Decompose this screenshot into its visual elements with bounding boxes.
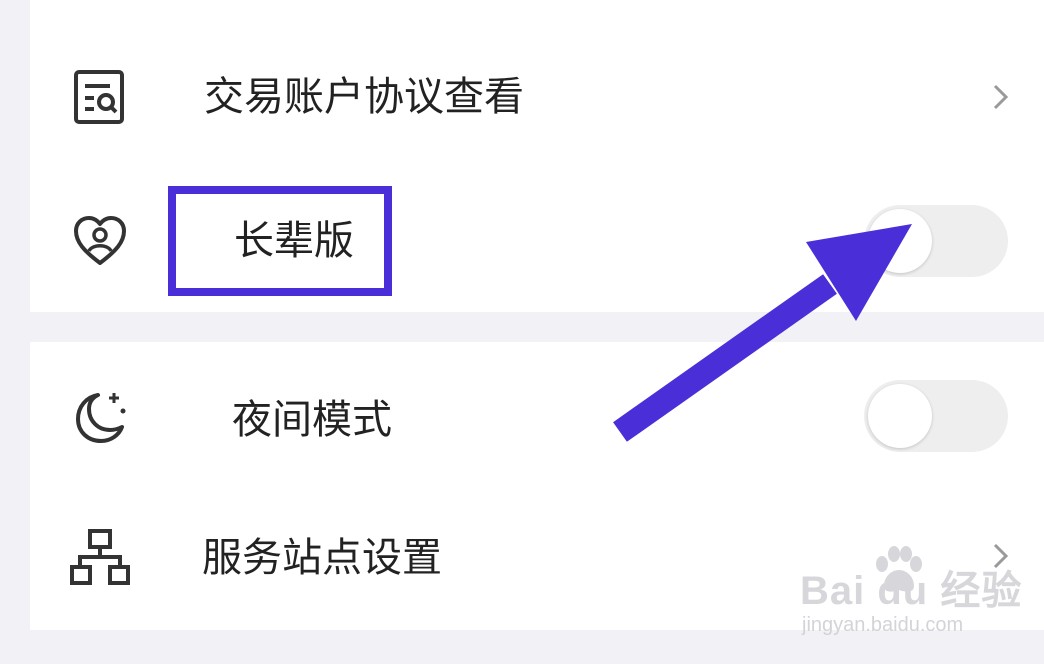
settings-row-label: 夜间模式 bbox=[232, 397, 392, 443]
elder-mode-toggle[interactable] bbox=[864, 205, 1008, 277]
annotation-highlight-box bbox=[168, 186, 392, 296]
heart-user-icon bbox=[74, 216, 126, 265]
moon-stars-icon bbox=[76, 393, 126, 443]
toggle-knob bbox=[868, 384, 932, 448]
document-search-icon bbox=[74, 70, 124, 124]
watermark-brand: Bai du 经验 bbox=[800, 569, 1023, 613]
network-tree-icon bbox=[70, 529, 130, 585]
chevron-right-icon bbox=[993, 84, 1009, 110]
baidu-watermark: Bai du 经验 jingyan.baidu.com bbox=[800, 546, 1021, 652]
toggle-knob bbox=[868, 209, 932, 273]
settings-row-label: 服务站点设置 bbox=[202, 535, 442, 581]
settings-row-label: 交易账户协议查看 bbox=[204, 74, 524, 120]
settings-screen: 交易账户协议查看 长辈版 夜间模式 服务站点设置 Bai du 经验 jingy… bbox=[0, 0, 1044, 664]
watermark-url: jingyan.baidu.com bbox=[802, 614, 964, 636]
settings-row-night-mode: 夜间模式 bbox=[30, 350, 1044, 480]
night-mode-toggle[interactable] bbox=[864, 380, 1008, 452]
settings-row-agreement[interactable]: 交易账户协议查看 bbox=[30, 32, 1044, 162]
